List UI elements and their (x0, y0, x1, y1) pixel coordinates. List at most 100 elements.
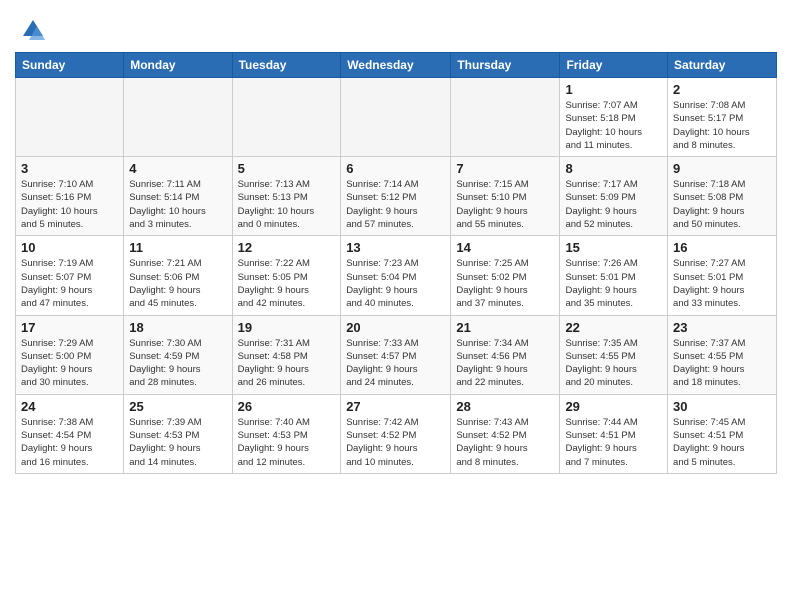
day-number: 22 (565, 320, 662, 335)
calendar-cell: 6 Sunrise: 7:14 AM Sunset: 5:12 PM Daylig… (341, 157, 451, 236)
weekday-header: Tuesday (232, 53, 341, 78)
calendar-header-row: SundayMondayTuesdayWednesdayThursdayFrid… (16, 53, 777, 78)
day-number: 5 (238, 161, 336, 176)
day-number: 4 (129, 161, 226, 176)
calendar-week-row: 24 Sunrise: 7:38 AM Sunset: 4:54 PM Dayli… (16, 394, 777, 473)
day-info: Sunrise: 7:19 AM Sunset: 5:07 PM Dayligh… (21, 257, 118, 310)
day-info: Sunrise: 7:11 AM Sunset: 5:14 PM Dayligh… (129, 178, 226, 231)
day-number: 25 (129, 399, 226, 414)
page: SundayMondayTuesdayWednesdayThursdayFrid… (0, 0, 792, 489)
calendar-week-row: 17 Sunrise: 7:29 AM Sunset: 5:00 PM Dayli… (16, 315, 777, 394)
calendar-cell: 20 Sunrise: 7:33 AM Sunset: 4:57 PM Dayli… (341, 315, 451, 394)
calendar-cell: 29 Sunrise: 7:44 AM Sunset: 4:51 PM Dayli… (560, 394, 668, 473)
calendar-cell (451, 78, 560, 157)
calendar-cell: 27 Sunrise: 7:42 AM Sunset: 4:52 PM Dayli… (341, 394, 451, 473)
day-info: Sunrise: 7:23 AM Sunset: 5:04 PM Dayligh… (346, 257, 445, 310)
day-info: Sunrise: 7:33 AM Sunset: 4:57 PM Dayligh… (346, 337, 445, 390)
calendar-week-row: 3 Sunrise: 7:10 AM Sunset: 5:16 PM Daylig… (16, 157, 777, 236)
day-number: 30 (673, 399, 771, 414)
day-number: 27 (346, 399, 445, 414)
day-info: Sunrise: 7:10 AM Sunset: 5:16 PM Dayligh… (21, 178, 118, 231)
calendar-cell (16, 78, 124, 157)
day-info: Sunrise: 7:45 AM Sunset: 4:51 PM Dayligh… (673, 416, 771, 469)
day-number: 28 (456, 399, 554, 414)
day-number: 21 (456, 320, 554, 335)
day-number: 26 (238, 399, 336, 414)
day-info: Sunrise: 7:37 AM Sunset: 4:55 PM Dayligh… (673, 337, 771, 390)
calendar-cell: 12 Sunrise: 7:22 AM Sunset: 5:05 PM Dayli… (232, 236, 341, 315)
day-info: Sunrise: 7:21 AM Sunset: 5:06 PM Dayligh… (129, 257, 226, 310)
day-info: Sunrise: 7:14 AM Sunset: 5:12 PM Dayligh… (346, 178, 445, 231)
calendar-cell: 26Sunrise: 7:40 AM Sunset: 4:53 PM Dayli… (232, 394, 341, 473)
calendar-cell: 5 Sunrise: 7:13 AM Sunset: 5:13 PM Daylig… (232, 157, 341, 236)
day-number: 11 (129, 240, 226, 255)
calendar-cell: 15 Sunrise: 7:26 AM Sunset: 5:01 PM Dayli… (560, 236, 668, 315)
calendar-cell: 25 Sunrise: 7:39 AM Sunset: 4:53 PM Dayli… (124, 394, 232, 473)
calendar-cell: 30 Sunrise: 7:45 AM Sunset: 4:51 PM Dayli… (668, 394, 777, 473)
day-number: 19 (238, 320, 336, 335)
day-info: Sunrise: 7:18 AM Sunset: 5:08 PM Dayligh… (673, 178, 771, 231)
day-number: 15 (565, 240, 662, 255)
calendar-cell: 11 Sunrise: 7:21 AM Sunset: 5:06 PM Dayli… (124, 236, 232, 315)
calendar-week-row: 10 Sunrise: 7:19 AM Sunset: 5:07 PM Dayli… (16, 236, 777, 315)
day-number: 24 (21, 399, 118, 414)
calendar-cell: 10 Sunrise: 7:19 AM Sunset: 5:07 PM Dayli… (16, 236, 124, 315)
day-info: Sunrise: 7:13 AM Sunset: 5:13 PM Dayligh… (238, 178, 336, 231)
weekday-header: Saturday (668, 53, 777, 78)
calendar-cell (341, 78, 451, 157)
day-number: 10 (21, 240, 118, 255)
day-info: Sunrise: 7:25 AM Sunset: 5:02 PM Dayligh… (456, 257, 554, 310)
day-number: 8 (565, 161, 662, 176)
day-number: 20 (346, 320, 445, 335)
day-number: 2 (673, 82, 771, 97)
day-number: 1 (565, 82, 662, 97)
day-number: 29 (565, 399, 662, 414)
weekday-header: Thursday (451, 53, 560, 78)
calendar-table: SundayMondayTuesdayWednesdayThursdayFrid… (15, 52, 777, 474)
calendar-cell: 4 Sunrise: 7:11 AM Sunset: 5:14 PM Daylig… (124, 157, 232, 236)
day-number: 17 (21, 320, 118, 335)
calendar-cell: 23 Sunrise: 7:37 AM Sunset: 4:55 PM Dayli… (668, 315, 777, 394)
day-info: Sunrise: 7:38 AM Sunset: 4:54 PM Dayligh… (21, 416, 118, 469)
day-info: Sunrise: 7:44 AM Sunset: 4:51 PM Dayligh… (565, 416, 662, 469)
day-number: 7 (456, 161, 554, 176)
calendar-cell: 14 Sunrise: 7:25 AM Sunset: 5:02 PM Dayli… (451, 236, 560, 315)
day-info: Sunrise: 7:31 AM Sunset: 4:58 PM Dayligh… (238, 337, 336, 390)
day-info: Sunrise: 7:39 AM Sunset: 4:53 PM Dayligh… (129, 416, 226, 469)
day-number: 23 (673, 320, 771, 335)
day-number: 13 (346, 240, 445, 255)
weekday-header: Monday (124, 53, 232, 78)
calendar-cell: 3 Sunrise: 7:10 AM Sunset: 5:16 PM Daylig… (16, 157, 124, 236)
logo-icon (19, 16, 47, 44)
day-info: Sunrise: 7:08 AM Sunset: 5:17 PM Dayligh… (673, 99, 771, 152)
calendar-cell: 22 Sunrise: 7:35 AM Sunset: 4:55 PM Dayli… (560, 315, 668, 394)
calendar-cell (232, 78, 341, 157)
day-info: Sunrise: 7:43 AM Sunset: 4:52 PM Dayligh… (456, 416, 554, 469)
calendar-cell: 7Sunrise: 7:15 AM Sunset: 5:10 PM Daylig… (451, 157, 560, 236)
day-info: Sunrise: 7:35 AM Sunset: 4:55 PM Dayligh… (565, 337, 662, 390)
calendar-cell: 2 Sunrise: 7:08 AM Sunset: 5:17 PM Daylig… (668, 78, 777, 157)
header (15, 10, 777, 44)
calendar-cell: 9 Sunrise: 7:18 AM Sunset: 5:08 PM Daylig… (668, 157, 777, 236)
day-info: Sunrise: 7:07 AM Sunset: 5:18 PM Dayligh… (565, 99, 662, 152)
day-info: Sunrise: 7:29 AM Sunset: 5:00 PM Dayligh… (21, 337, 118, 390)
day-info: Sunrise: 7:27 AM Sunset: 5:01 PM Dayligh… (673, 257, 771, 310)
day-number: 14 (456, 240, 554, 255)
calendar-week-row: 1 Sunrise: 7:07 AM Sunset: 5:18 PM Daylig… (16, 78, 777, 157)
day-info: Sunrise: 7:42 AM Sunset: 4:52 PM Dayligh… (346, 416, 445, 469)
weekday-header: Sunday (16, 53, 124, 78)
day-info: Sunrise: 7:22 AM Sunset: 5:05 PM Dayligh… (238, 257, 336, 310)
day-info: Sunrise: 7:17 AM Sunset: 5:09 PM Dayligh… (565, 178, 662, 231)
calendar-cell: 13 Sunrise: 7:23 AM Sunset: 5:04 PM Dayli… (341, 236, 451, 315)
calendar-cell: 21Sunrise: 7:34 AM Sunset: 4:56 PM Dayli… (451, 315, 560, 394)
weekday-header: Friday (560, 53, 668, 78)
calendar-cell: 1 Sunrise: 7:07 AM Sunset: 5:18 PM Daylig… (560, 78, 668, 157)
day-info: Sunrise: 7:26 AM Sunset: 5:01 PM Dayligh… (565, 257, 662, 310)
day-number: 6 (346, 161, 445, 176)
calendar-cell: 16 Sunrise: 7:27 AM Sunset: 5:01 PM Dayli… (668, 236, 777, 315)
day-number: 16 (673, 240, 771, 255)
day-number: 3 (21, 161, 118, 176)
day-number: 12 (238, 240, 336, 255)
day-number: 9 (673, 161, 771, 176)
calendar-cell: 19 Sunrise: 7:31 AM Sunset: 4:58 PM Dayli… (232, 315, 341, 394)
